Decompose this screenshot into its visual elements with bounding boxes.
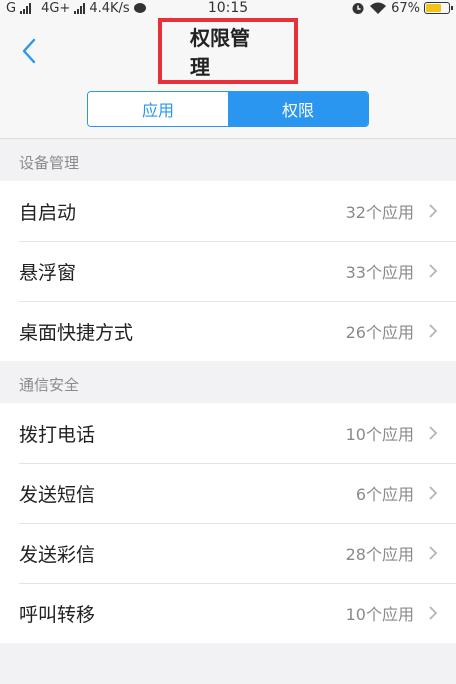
list-item-count: 6个应用 — [355, 485, 414, 504]
list-item-count: 32个应用 — [345, 203, 414, 222]
list-item-label: 拨打电话 — [19, 423, 96, 446]
list-item-call-forwarding[interactable]: 呼叫转移 10个应用 — [0, 583, 456, 643]
list-item-label: 悬浮窗 — [19, 261, 77, 284]
page-title: 权限管理 — [190, 26, 250, 79]
battery-percent: 67% — [391, 0, 420, 16]
chevron-right-icon — [429, 264, 438, 278]
section-device-management: 设备管理 自启动 32个应用 悬浮窗 33个应用 桌面快捷方式 26个应用 — [0, 139, 456, 361]
list-item-label: 发送短信 — [19, 483, 96, 506]
list-group: 拨打电话 10个应用 发送短信 6个应用 发送彩信 28个应用 呼叫转移 10个… — [0, 403, 456, 643]
chevron-left-icon — [22, 38, 36, 64]
back-button[interactable] — [14, 36, 44, 66]
chevron-right-icon — [429, 546, 438, 560]
list-item-make-call[interactable]: 拨打电话 10个应用 — [0, 403, 456, 463]
tab-bar: 应用 权限 — [0, 80, 456, 139]
chevron-right-icon — [429, 486, 438, 500]
list-item-send-sms[interactable]: 发送短信 6个应用 — [0, 463, 456, 523]
list-item-count: 10个应用 — [345, 425, 414, 444]
title-bar: 权限管理 — [0, 16, 456, 84]
section-title: 设备管理 — [19, 154, 80, 172]
tab-apps[interactable]: 应用 — [88, 92, 228, 126]
list-item-label: 桌面快捷方式 — [19, 321, 134, 344]
list-item-count: 10个应用 — [345, 605, 414, 624]
list-item-send-mms[interactable]: 发送彩信 28个应用 — [0, 523, 456, 583]
status-right: 67% — [351, 0, 453, 16]
status-left: G 4G+ 4.4K/s — [6, 1, 146, 16]
list-item-autostart[interactable]: 自启动 32个应用 — [0, 181, 456, 241]
message-icon — [133, 3, 146, 13]
chevron-right-icon — [429, 324, 438, 338]
list-item-label: 自启动 — [19, 201, 77, 224]
segmented-control: 应用 权限 — [87, 91, 369, 127]
status-bar: G 4G+ 4.4K/s 67% 10:15 — [0, 0, 456, 16]
list-item-label: 呼叫转移 — [19, 603, 96, 626]
section-communication-security: 通信安全 拨打电话 10个应用 发送短信 6个应用 发送彩信 28个应用 呼叫转… — [0, 361, 456, 643]
list-item-label: 发送彩信 — [19, 543, 96, 566]
signal-icon — [20, 2, 32, 14]
network-speed: 4.4K/s — [89, 0, 130, 16]
chevron-right-icon — [429, 606, 438, 620]
chevron-right-icon — [429, 426, 438, 440]
chevron-right-icon — [429, 204, 438, 218]
title-highlight-box: 权限管理 — [158, 18, 298, 84]
list-item-count: 26个应用 — [345, 323, 414, 342]
section-title: 通信安全 — [19, 376, 80, 394]
list-item-count: 33个应用 — [345, 263, 414, 282]
carrier-label: G — [6, 0, 17, 16]
battery-icon — [424, 2, 453, 14]
alarm-icon — [352, 3, 364, 14]
list-item-floating-window[interactable]: 悬浮窗 33个应用 — [0, 241, 456, 301]
wifi-icon — [370, 2, 387, 14]
network-type: 4G+ — [41, 0, 71, 16]
tab-permissions[interactable]: 权限 — [228, 92, 368, 126]
list-group: 自启动 32个应用 悬浮窗 33个应用 桌面快捷方式 26个应用 — [0, 181, 456, 361]
signal-icon-2 — [74, 2, 86, 14]
list-item-count: 28个应用 — [345, 545, 414, 564]
list-item-desktop-shortcut[interactable]: 桌面快捷方式 26个应用 — [0, 301, 456, 361]
